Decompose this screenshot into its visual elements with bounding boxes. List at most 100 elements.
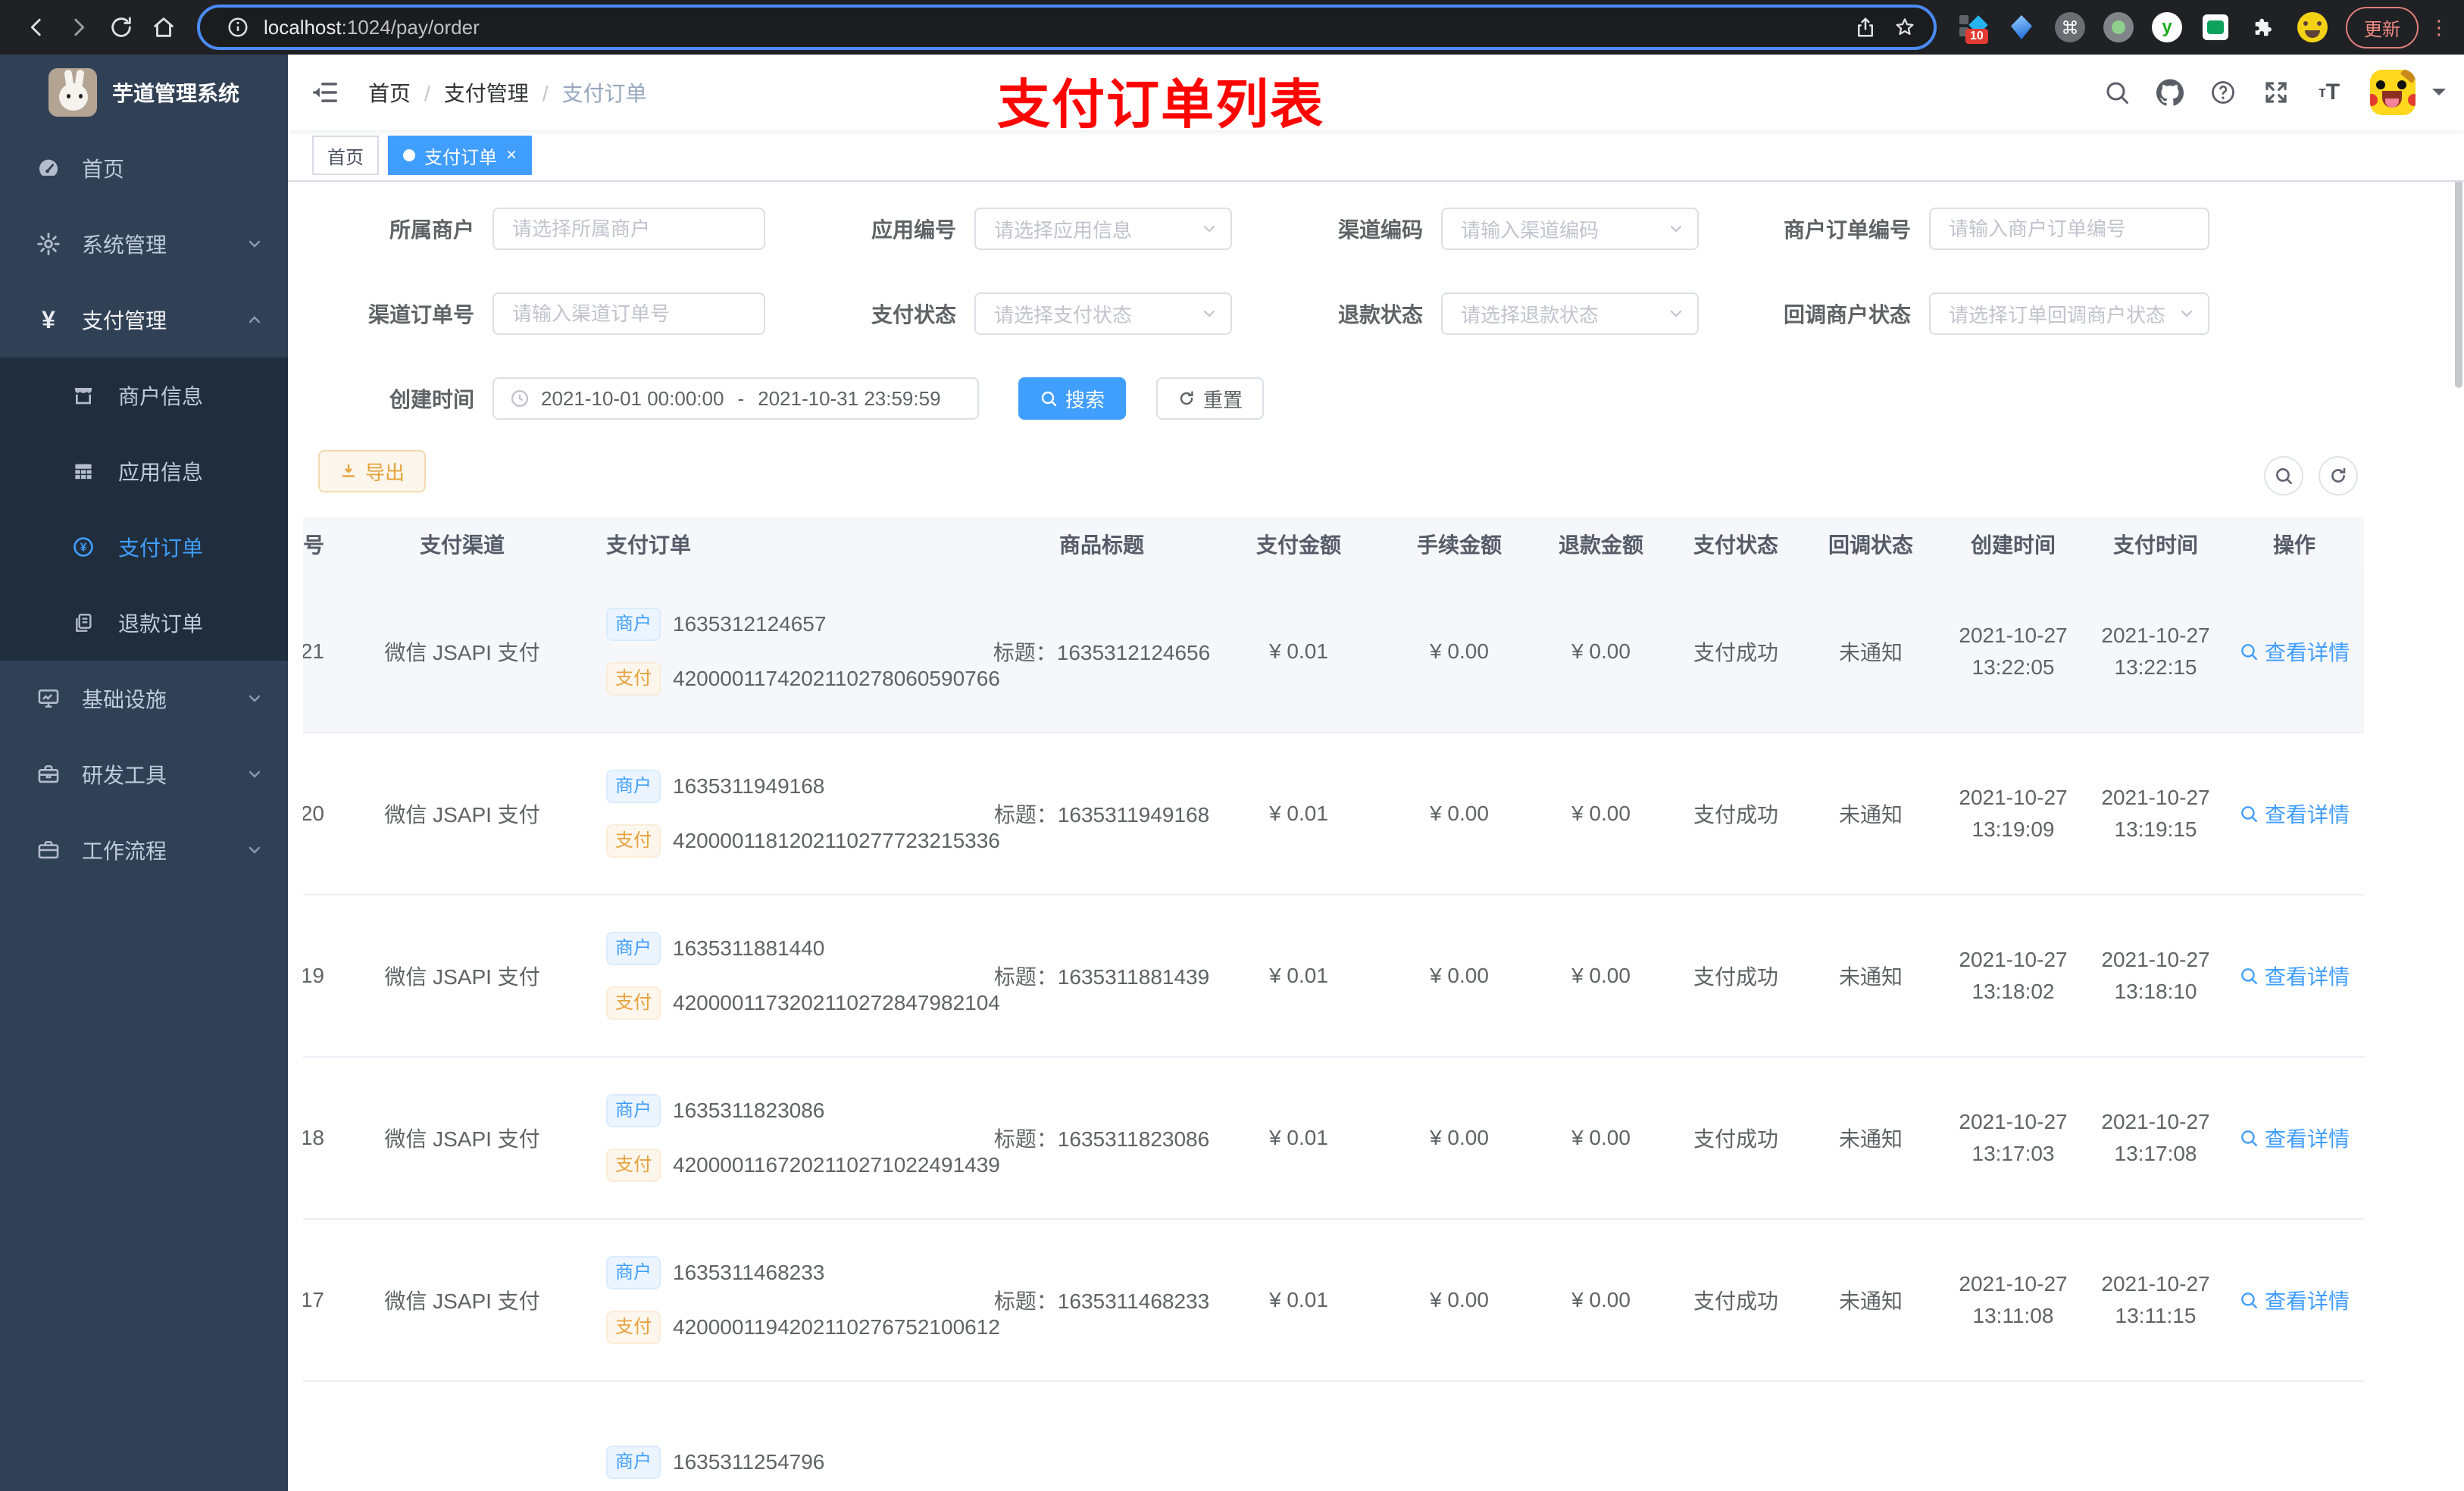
extension-emoji-icon[interactable] xyxy=(2297,12,2328,42)
export-button[interactable]: 导出 xyxy=(318,450,427,492)
chevron-down-icon xyxy=(1667,220,1685,238)
date-range-picker[interactable]: 2021-10-01 00:00:00 - 2021-10-31 23:59:5… xyxy=(492,377,979,420)
close-icon[interactable]: × xyxy=(506,146,517,164)
view-detail-link[interactable]: 查看详情 xyxy=(2239,1123,2350,1153)
pay-badge: 支付 xyxy=(606,986,661,1020)
sidebar-item-merchant-info[interactable]: 商户信息 xyxy=(0,358,288,433)
reload-icon[interactable] xyxy=(100,6,142,48)
tag-label: 首页 xyxy=(327,147,364,168)
forward-icon[interactable] xyxy=(58,6,100,48)
share-icon[interactable] xyxy=(1846,8,1885,47)
home-icon[interactable] xyxy=(142,6,185,48)
filter-label: 支付状态 xyxy=(871,303,956,327)
browser-update-button[interactable]: 更新 xyxy=(2346,6,2419,48)
sidebar-item-app-info[interactable]: 应用信息 xyxy=(0,433,288,509)
cell-order: 商户 1635312124657 支付 4200001174202110278060… xyxy=(591,608,1000,695)
sidebar-item-label: 应用信息 xyxy=(118,461,204,484)
cell-status: 支付成功 xyxy=(1693,803,1778,827)
help-icon[interactable] xyxy=(2205,74,2241,111)
merchant-order-no: 1635311949168 xyxy=(673,774,825,798)
filter-label: 创建时间 xyxy=(389,388,474,411)
pay-status-select[interactable]: 请选择支付状态 xyxy=(974,292,1232,335)
search-button[interactable]: 搜索 xyxy=(1018,377,1127,420)
cell-channel: 微信 JSAPI 支付 xyxy=(384,803,540,827)
extension-recorder-icon[interactable] xyxy=(2103,12,2134,42)
sidebar-item-label: 退款订单 xyxy=(118,612,204,636)
filter-label: 应用编号 xyxy=(871,218,956,242)
avatar[interactable] xyxy=(2370,70,2416,115)
github-icon[interactable] xyxy=(2152,74,2188,111)
cell-order: 商户 1635311823086 支付 4200001167202110271022… xyxy=(591,1094,1000,1182)
extension-tag-manager-icon[interactable]: 10 xyxy=(1958,12,1988,44)
sidebar-item-payment[interactable]: ¥ 支付管理 xyxy=(0,282,288,358)
sidebar-item-workflow[interactable]: 工作流程 xyxy=(0,812,288,888)
extension-command-icon[interactable] xyxy=(2055,12,2085,42)
sidebar-item-system[interactable]: 系统管理 xyxy=(0,206,288,282)
cell-notify: 未通知 xyxy=(1838,965,1903,989)
app-select[interactable]: 请选择应用信息 xyxy=(974,208,1232,250)
filter-label: 渠道订单号 xyxy=(367,303,474,327)
merchant-input[interactable] xyxy=(492,208,765,250)
sidebar-item-label: 系统管理 xyxy=(82,233,167,257)
sidebar-item-devtools[interactable]: 研发工具 xyxy=(0,736,288,812)
browser-menu-icon[interactable]: ⋮ xyxy=(2429,16,2449,39)
bookmark-star-icon[interactable] xyxy=(1885,8,1925,47)
notify-status-select[interactable]: 请选择订单回调商户状态 xyxy=(1929,292,2209,335)
cell-refund: ¥ 0.00 xyxy=(1571,639,1631,663)
screen: localhost:1024/pay/order 10 y 更新 ⋮ 芋道管理… xyxy=(0,0,2464,1491)
toggle-search-icon[interactable] xyxy=(2264,456,2303,495)
search-icon[interactable] xyxy=(2099,74,2135,111)
extension-puzzle-icon[interactable] xyxy=(2249,12,2279,42)
back-icon[interactable] xyxy=(15,6,58,48)
page-scrollbar[interactable] xyxy=(2455,179,2462,388)
tags-bar: 首页 支付订单 × xyxy=(288,130,2464,182)
breadcrumb-payment[interactable]: 支付管理 xyxy=(411,77,529,108)
breadcrumb-home[interactable]: 首页 xyxy=(368,77,411,108)
reset-button[interactable]: 重置 xyxy=(1156,377,1265,420)
coin-yen-icon: ¥ xyxy=(67,535,100,559)
extension-y-icon[interactable]: y xyxy=(2152,12,2182,42)
pay-order-no: 4200001173202110272847982104 xyxy=(673,991,1000,1014)
toolbox-icon xyxy=(30,761,67,787)
cell-amount: ¥ 0.01 xyxy=(1269,802,1328,825)
view-detail-link[interactable]: 查看详情 xyxy=(2239,636,2350,667)
table-settings xyxy=(2264,456,2358,495)
col-refund: 退款金额 xyxy=(1558,533,1643,557)
view-detail-link[interactable]: 查看详情 xyxy=(2239,961,2350,991)
tag-home[interactable]: 首页 xyxy=(312,136,379,175)
chevron-down-icon xyxy=(1200,305,1218,323)
cell-fee: ¥ 0.00 xyxy=(1430,964,1489,987)
cell-actions: 查看详情 xyxy=(2225,799,2364,829)
reset-button-label: 重置 xyxy=(1203,388,1243,411)
sidebar-item-infra[interactable]: 基础设施 xyxy=(0,661,288,736)
sidebar-item-pay-order[interactable]: ¥ 支付订单 xyxy=(0,509,288,585)
sidebar-item-home[interactable]: 首页 xyxy=(0,130,288,206)
view-detail-link[interactable]: 查看详情 xyxy=(2239,799,2350,829)
fullscreen-icon[interactable] xyxy=(2258,74,2294,111)
cell-id: 21 xyxy=(303,639,324,663)
sidebar-item-refund-order[interactable]: 退款订单 xyxy=(0,585,288,661)
cell-created: 2021-10-27 13:19:09 xyxy=(1959,786,2068,841)
font-size-icon[interactable]: тT xyxy=(2311,74,2347,111)
cell-paid: 2021-10-27 13:11:15 xyxy=(2101,1272,2210,1327)
extension-kite-icon[interactable] xyxy=(2006,12,2037,42)
extension-chat-icon[interactable] xyxy=(2200,12,2231,42)
yen-icon: ¥ xyxy=(42,306,55,333)
cell-paid: 2021-10-27 13:22:15 xyxy=(2101,624,2210,679)
refund-status-select[interactable]: 请选择退款状态 xyxy=(1441,292,1699,335)
collapse-menu-icon[interactable] xyxy=(288,78,362,107)
cell-status: 支付成功 xyxy=(1693,641,1778,664)
channel-order-no-input[interactable] xyxy=(492,292,765,335)
channel-code-select[interactable]: 请输入渠道编码 xyxy=(1441,208,1699,250)
refresh-icon[interactable] xyxy=(2319,456,2358,495)
page-annotation-title: 支付订单列表 xyxy=(997,75,1324,134)
merchant-order-no-input[interactable] xyxy=(1929,208,2209,250)
pay-order-no: 4200001194202110276752100612 xyxy=(673,1315,1000,1339)
tag-pay-order[interactable]: 支付订单 × xyxy=(388,136,533,175)
avatar-caret-icon[interactable] xyxy=(2432,89,2446,102)
cell-order: 商户 1635311881440 支付 4200001173202110272847… xyxy=(591,932,1000,1020)
site-info-icon[interactable] xyxy=(218,8,258,47)
view-detail-link[interactable]: 查看详情 xyxy=(2239,1285,2350,1315)
url-bar[interactable]: localhost:1024/pay/order xyxy=(197,5,1937,50)
cell-title: 标题：1635311468233 xyxy=(993,1289,1210,1313)
